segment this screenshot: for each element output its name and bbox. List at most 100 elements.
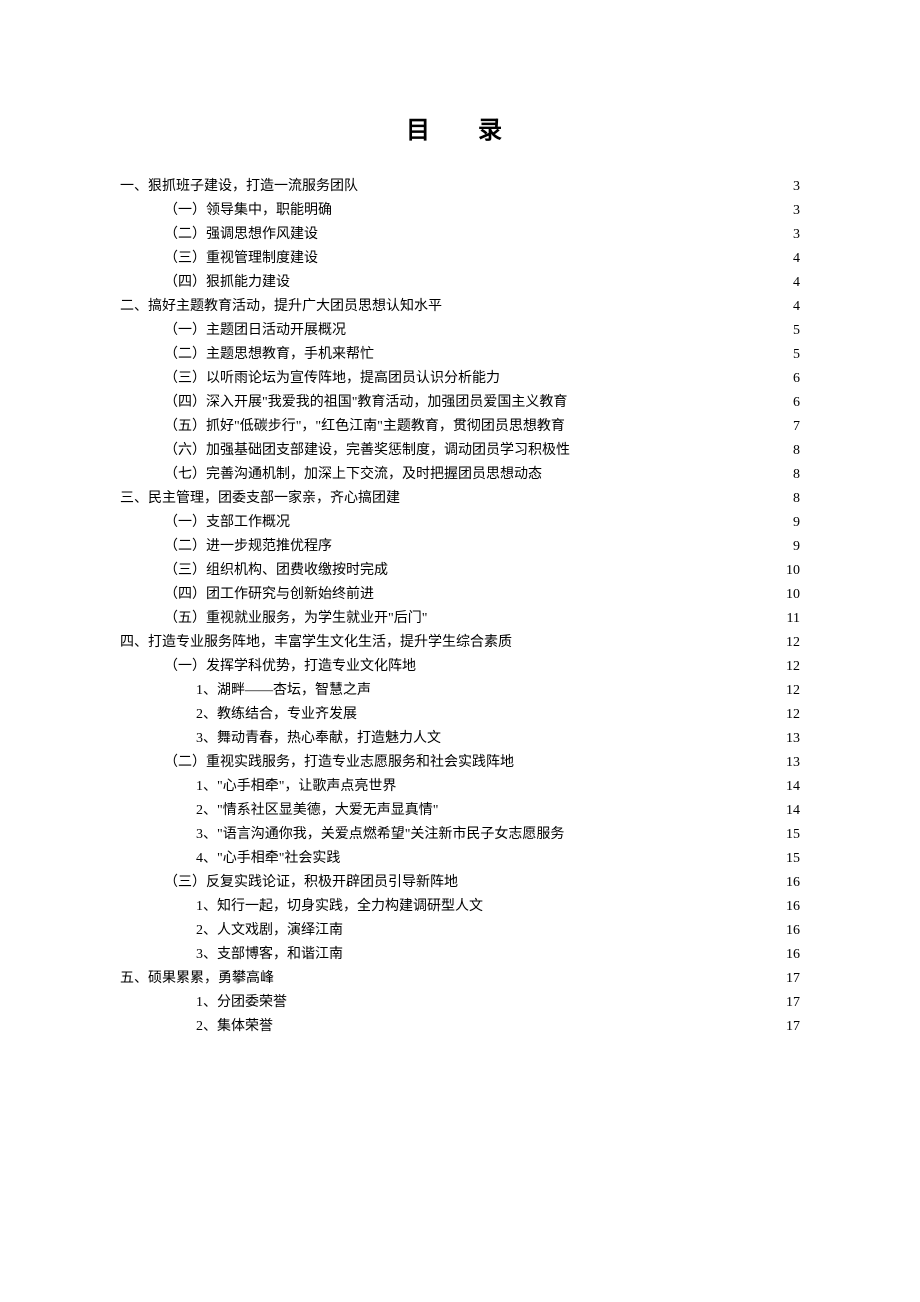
toc-entry-page: 12 [784,679,800,703]
toc-entry: 2、集体荣誉 17 [120,1015,800,1039]
toc-entry-page: 15 [784,847,800,871]
toc-entry-text: （四）狠抓能力建设 [164,271,290,295]
toc-entry: （三）以听雨论坛为宣传阵地，提高团员认识分析能力 6 [120,367,800,391]
toc-entry-page: 14 [784,775,800,799]
toc-entry-text: （三）组织机构、团费收缴按时完成 [164,559,388,583]
toc-entry-page: 10 [784,583,800,607]
toc-entry-page: 5 [791,343,800,367]
toc-entry-text: （三）重视管理制度建设 [164,247,318,271]
toc-entry: （五）抓好"低碳步行"，"红色江南"主题教育，贯彻团员思想教育 7 [120,415,800,439]
toc-entry-text: （三）以听雨论坛为宣传阵地，提高团员认识分析能力 [164,367,500,391]
toc-entry-page: 8 [791,439,800,463]
toc-entry-page: 17 [784,991,800,1015]
toc-entry-text: （四）深入开展"我爱我的祖国"教育活动，加强团员爱国主义教育 [164,391,567,415]
toc-entry: （二）重视实践服务，打造专业志愿服务和社会实践阵地 13 [120,751,800,775]
toc-entry-text: （二）主题思想教育，手机来帮忙 [164,343,374,367]
toc-entry-text: 3、舞动青春，热心奉献，打造魅力人文 [196,727,441,751]
toc-entry-text: 五、硕果累累，勇攀高峰 [120,967,274,991]
toc-entry-page: 14 [784,799,800,823]
toc-entry-text: 1、湖畔——杏坛，智慧之声 [196,679,371,703]
toc-entry-page: 15 [784,823,800,847]
toc-entry-text: 2、"情系社区显美德，大爱无声显真情" [196,799,438,823]
toc-entry: 3、"语言沟通你我，关爱点燃希望"关注新市民子女志愿服务 15 [120,823,800,847]
toc-entry-text: 2、教练结合，专业齐发展 [196,703,357,727]
toc-entry-text: （四）团工作研究与创新始终前进 [164,583,374,607]
toc-entry-page: 12 [784,631,800,655]
toc-entry-page: 10 [784,559,800,583]
toc-entry: 二、搞好主题教育活动，提升广大团员思想认知水平4 [120,295,800,319]
toc-entry: （一）主题团日活动开展概况 5 [120,319,800,343]
toc-entry-page: 12 [784,655,800,679]
toc-entry-page: 12 [784,703,800,727]
toc-entry-text: （一）支部工作概况 [164,511,290,535]
toc-entry: （二）强调思想作风建设3 [120,223,800,247]
toc-entry-text: 4、"心手相牵"社会实践 [196,847,340,871]
toc-entry: （四）狠抓能力建设 4 [120,271,800,295]
toc-entry-page: 13 [784,727,800,751]
toc-container: 一、狠抓班子建设，打造一流服务团队3（一）领导集中，职能明确3（二）强调思想作风… [120,175,800,1039]
toc-entry: （三）组织机构、团费收缴按时完成 10 [120,559,800,583]
toc-entry: （三）反复实践论证，积极开辟团员引导新阵地 16 [120,871,800,895]
toc-entry-page: 5 [791,319,800,343]
toc-entry-text: （二）重视实践服务，打造专业志愿服务和社会实践阵地 [164,751,514,775]
toc-entry: 2、教练结合，专业齐发展 12 [120,703,800,727]
toc-entry-page: 6 [791,391,800,415]
toc-entry-text: （二）进一步规范推优程序 [164,535,332,559]
toc-title: 目 录 [120,110,800,145]
toc-entry: （二）进一步规范推优程序 9 [120,535,800,559]
toc-entry-text: 3、支部博客，和谐江南 [196,943,343,967]
toc-entry-text: 1、知行一起，切身实践，全力构建调研型人文 [196,895,483,919]
toc-entry: 四、打造专业服务阵地，丰富学生文化生活，提升学生综合素质 12 [120,631,800,655]
toc-entry: 1、分团委荣誉17 [120,991,800,1015]
toc-entry-page: 16 [784,919,800,943]
toc-entry: （四）深入开展"我爱我的祖国"教育活动，加强团员爱国主义教育 6 [120,391,800,415]
toc-entry: 五、硕果累累，勇攀高峰 17 [120,967,800,991]
toc-entry-page: 8 [791,463,800,487]
toc-entry-page: 4 [791,271,800,295]
toc-entry-text: 3、"语言沟通你我，关爱点燃希望"关注新市民子女志愿服务 [196,823,564,847]
toc-entry: 三、民主管理，团委支部一家亲，齐心搞团建 8 [120,487,800,511]
toc-entry: 1、知行一起，切身实践，全力构建调研型人文16 [120,895,800,919]
toc-entry-page: 3 [791,223,800,247]
toc-entry-text: 二、搞好主题教育活动，提升广大团员思想认知水平 [120,295,442,319]
toc-entry-text: （一）领导集中，职能明确 [164,199,332,223]
toc-entry-text: 2、集体荣誉 [196,1015,273,1039]
toc-entry-text: 2、人文戏剧，演绎江南 [196,919,343,943]
toc-entry-text: 1、"心手相牵"，让歌声点亮世界 [196,775,396,799]
toc-entry: （四）团工作研究与创新始终前进 10 [120,583,800,607]
toc-entry: （一）发挥学科优势，打造专业文化阵地12 [120,655,800,679]
toc-entry-page: 3 [791,199,800,223]
toc-entry-page: 8 [791,487,800,511]
toc-entry-page: 16 [784,871,800,895]
toc-entry: （六）加强基础团支部建设，完善奖惩制度，调动团员学习积极性 8 [120,439,800,463]
toc-entry: 3、舞动青春，热心奉献，打造魅力人文 13 [120,727,800,751]
toc-entry-page: 3 [791,175,800,199]
toc-entry-page: 4 [791,247,800,271]
toc-entry: （二）主题思想教育，手机来帮忙 5 [120,343,800,367]
toc-entry: （一）支部工作概况 9 [120,511,800,535]
toc-entry-page: 7 [791,415,800,439]
toc-entry: 2、人文戏剧，演绎江南 16 [120,919,800,943]
toc-entry: 1、湖畔——杏坛，智慧之声 12 [120,679,800,703]
toc-entry-text: 四、打造专业服务阵地，丰富学生文化生活，提升学生综合素质 [120,631,512,655]
toc-entry-text: 三、民主管理，团委支部一家亲，齐心搞团建 [120,487,400,511]
toc-entry-page: 17 [784,967,800,991]
toc-entry-page: 17 [784,1015,800,1039]
toc-entry-text: （一）主题团日活动开展概况 [164,319,346,343]
toc-entry: 1、"心手相牵"，让歌声点亮世界 14 [120,775,800,799]
toc-entry: 2、"情系社区显美德，大爱无声显真情" 14 [120,799,800,823]
toc-entry-page: 11 [785,607,800,631]
toc-entry-text: （三）反复实践论证，积极开辟团员引导新阵地 [164,871,458,895]
toc-entry-page: 16 [784,943,800,967]
toc-entry-page: 9 [791,511,800,535]
toc-entry: 一、狠抓班子建设，打造一流服务团队3 [120,175,800,199]
toc-entry: 4、"心手相牵"社会实践 15 [120,847,800,871]
toc-entry: （七）完善沟通机制，加深上下交流，及时把握团员思想动态8 [120,463,800,487]
toc-entry-text: （五）抓好"低碳步行"，"红色江南"主题教育，贯彻团员思想教育 [164,415,565,439]
toc-entry-page: 6 [791,367,800,391]
toc-entry-text: （六）加强基础团支部建设，完善奖惩制度，调动团员学习积极性 [164,439,570,463]
toc-entry-page: 9 [791,535,800,559]
toc-entry: （三）重视管理制度建设 4 [120,247,800,271]
toc-entry: 3、支部博客，和谐江南 16 [120,943,800,967]
toc-entry-page: 13 [784,751,800,775]
